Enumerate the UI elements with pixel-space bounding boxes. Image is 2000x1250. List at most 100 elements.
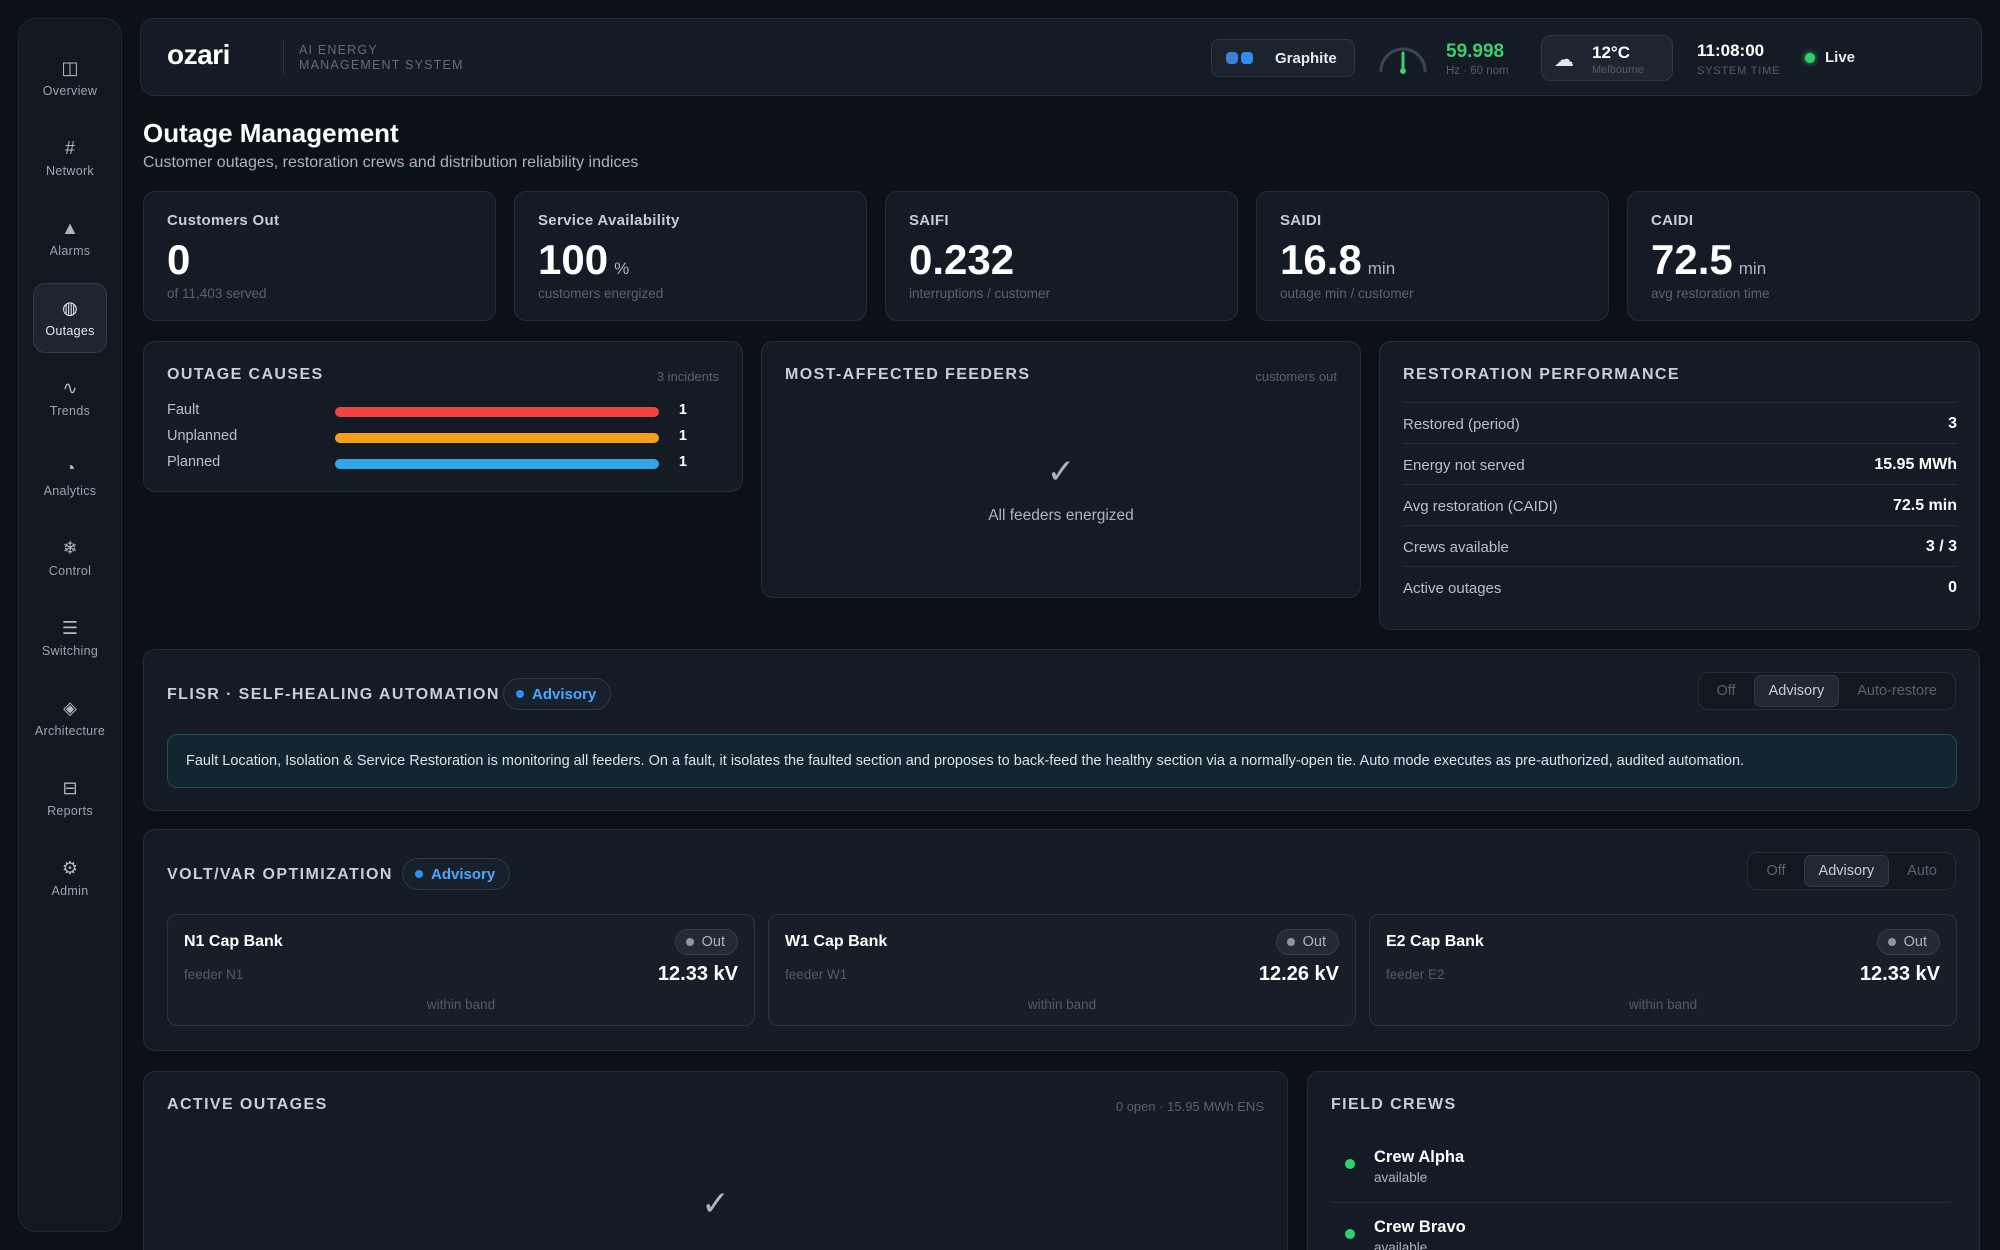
active-outages-meta: 0 open · 15.95 MWh ENS <box>1115 1099 1264 1114</box>
kpi-label: Customers Out <box>167 212 280 229</box>
volt-var-mode-advisory[interactable]: Advisory <box>1803 855 1890 887</box>
kpi-subtitle: of 11,403 served <box>167 286 267 301</box>
overview-icon: ◫ <box>61 58 79 78</box>
nav-item-switching[interactable]: ☰ Switching <box>33 603 107 673</box>
cause-bar-track <box>335 433 659 443</box>
divider <box>283 39 284 75</box>
volt-var-mode-label: Advisory <box>431 865 496 883</box>
restoration-row: Crews available 3 / 3 <box>1403 525 1957 566</box>
kpi-label: SAIFI <box>909 212 949 229</box>
flisr-card: FLISR · Self-Healing Automation Advisory… <box>143 649 1980 811</box>
system-time: 11:08:00 <box>1697 41 1765 60</box>
cause-label: Fault <box>167 402 200 418</box>
theme-switcher-button[interactable]: Graphite <box>1211 39 1355 77</box>
network-icon: # <box>64 138 75 158</box>
crew-list-item[interactable]: Crew Bravo available <box>1331 1216 1951 1250</box>
nav-item-control[interactable]: ❄ Control <box>33 523 107 593</box>
cap-bank-feeder: feeder N1 <box>184 967 244 982</box>
page-title: Outage Management <box>143 118 399 148</box>
kpi-label: CAIDI <box>1651 212 1694 229</box>
kpi-card-service-availability: Service Availability 100% customers ener… <box>514 191 867 321</box>
cause-bar <box>335 459 659 469</box>
flisr-mode-off[interactable]: Off <box>1703 676 1750 706</box>
page-subtitle: Customer outages, restoration crews and … <box>143 154 639 171</box>
theme-swatch-icon <box>1226 52 1253 64</box>
app-subtitle-line1: AI ENERGY <box>299 43 378 57</box>
restoration-row: Restored (period) 3 <box>1403 402 1957 443</box>
cap-bank-voltage: 12.33 kV <box>657 963 738 985</box>
cap-bank-card[interactable]: W1 Cap Bank feeder W1 Out 12.26 kV withi… <box>768 914 1356 1026</box>
restoration-label: Crews available <box>1403 539 1509 556</box>
restoration-label: Active outages <box>1403 580 1502 597</box>
nav-item-network[interactable]: # Network <box>33 123 107 193</box>
temperature: 12°C <box>1592 43 1630 62</box>
cap-bank-status-badge: Out <box>1876 929 1940 955</box>
app-logo[interactable]: ozari <box>167 39 230 71</box>
live-label: Live <box>1825 49 1856 66</box>
system-time-label: SYSTEM TIME <box>1697 65 1781 77</box>
live-indicator: Live <box>1805 49 1855 66</box>
cap-bank-note: within band <box>1027 997 1097 1012</box>
restoration-row: Avg restoration (CAIDI) 72.5 min <box>1403 484 1957 525</box>
weather-location: Melbourne <box>1592 64 1644 76</box>
crew-name: Crew Bravo <box>1374 1218 1466 1236</box>
cap-bank-card[interactable]: N1 Cap Bank feeder N1 Out 12.33 kV withi… <box>167 914 755 1026</box>
volt-var-title: Volt/VAR Optimization <box>167 866 393 883</box>
cap-bank-voltage: 12.26 kV <box>1258 963 1339 985</box>
kpi-value: 16.8 min <box>1280 236 1396 283</box>
cause-bar-track <box>335 407 659 417</box>
kpi-subtitle: customers energized <box>538 286 664 301</box>
restoration-value: 72.5 min <box>1892 497 1957 514</box>
kpi-subtitle: outage min / customer <box>1280 286 1414 301</box>
app-subtitle-line2: MANAGEMENT SYSTEM <box>299 58 464 72</box>
volt-var-mode-off[interactable]: Off <box>1752 856 1799 886</box>
weather-widget[interactable]: ☁ 12°C Melbourne <box>1541 35 1673 81</box>
nav-item-label: Overview <box>42 84 98 98</box>
volt-var-mode-selector: Off Advisory Auto <box>1747 852 1956 890</box>
field-crews-card: Field Crews Crew Alpha available Crew Br… <box>1307 1071 1980 1250</box>
nav-item-overview[interactable]: ◫ Overview <box>33 43 107 113</box>
check-icon: ✓ <box>1046 453 1076 491</box>
sidebar: ◫ Overview # Network ▲ Alarms ◍ Outages ∿ Tre… <box>18 18 122 1232</box>
cap-bank-card[interactable]: E2 Cap Bank feeder E2 Out 12.33 kV withi… <box>1369 914 1957 1026</box>
nav-item-analytics[interactable]: ◔ Analytics <box>33 443 107 513</box>
field-crews-title: Field Crews <box>1331 1096 1457 1113</box>
kpi-label: Service Availability <box>538 212 680 229</box>
nav-item-outages[interactable]: ◍ Outages <box>33 283 107 353</box>
cap-bank-status-badge: Out <box>674 929 738 955</box>
volt-var-mode-auto[interactable]: Auto <box>1893 856 1951 886</box>
control-icon: ❄ <box>62 538 78 558</box>
feeders-title: Most-Affected Feeders <box>785 366 1031 383</box>
kpi-card-saifi: SAIFI 0.232 interruptions / customer <box>885 191 1238 321</box>
crew-status: available <box>1374 1240 1428 1250</box>
kpi-value: 72.5 min <box>1651 236 1767 283</box>
nav-item-alarms[interactable]: ▲ Alarms <box>33 203 107 273</box>
outage-causes-title: Outage Causes <box>167 366 324 383</box>
cap-bank-name: N1 Cap Bank <box>184 933 283 950</box>
flisr-mode-advisory[interactable]: Advisory <box>1753 675 1840 707</box>
kpi-value: 100% <box>538 236 630 283</box>
frequency-subtitle: Hz · 60 nom <box>1446 65 1509 77</box>
nav-item-label: Architecture <box>34 724 106 738</box>
cap-bank-feeder: feeder E2 <box>1386 967 1445 982</box>
volt-var-mode-pill: Advisory <box>402 858 511 890</box>
restoration-label: Restored (period) <box>1403 416 1520 433</box>
cause-bar-track <box>335 459 659 469</box>
frequency-gauge-icon <box>1379 47 1427 74</box>
restoration-label: Avg restoration (CAIDI) <box>1403 498 1558 515</box>
trend-icon: ∿ <box>62 378 78 398</box>
feeders-empty-text: All feeders energized <box>988 507 1134 524</box>
nav-item-admin[interactable]: ⚙ Admin <box>33 843 107 913</box>
crew-list-item[interactable]: Crew Alpha available <box>1331 1146 1951 1206</box>
kpi-card-saidi: SAIDI 16.8 min outage min / customer <box>1256 191 1609 321</box>
nav-item-architecture[interactable]: ◈ Architecture <box>33 683 107 753</box>
outage-causes-card: Outage Causes 3 incidents Fault 1 Unplan… <box>143 341 743 492</box>
divider <box>1331 1202 1951 1203</box>
nav-item-reports[interactable]: ⊟ Reports <box>33 763 107 833</box>
cause-row-planned: Planned 1 <box>167 454 727 474</box>
flisr-mode-auto-restore[interactable]: Auto-restore <box>1843 676 1951 706</box>
cause-label: Unplanned <box>167 428 238 444</box>
status-dot-icon <box>415 870 423 878</box>
nav-item-trends[interactable]: ∿ Trends <box>33 363 107 433</box>
cap-bank-voltage: 12.33 kV <box>1859 963 1940 985</box>
